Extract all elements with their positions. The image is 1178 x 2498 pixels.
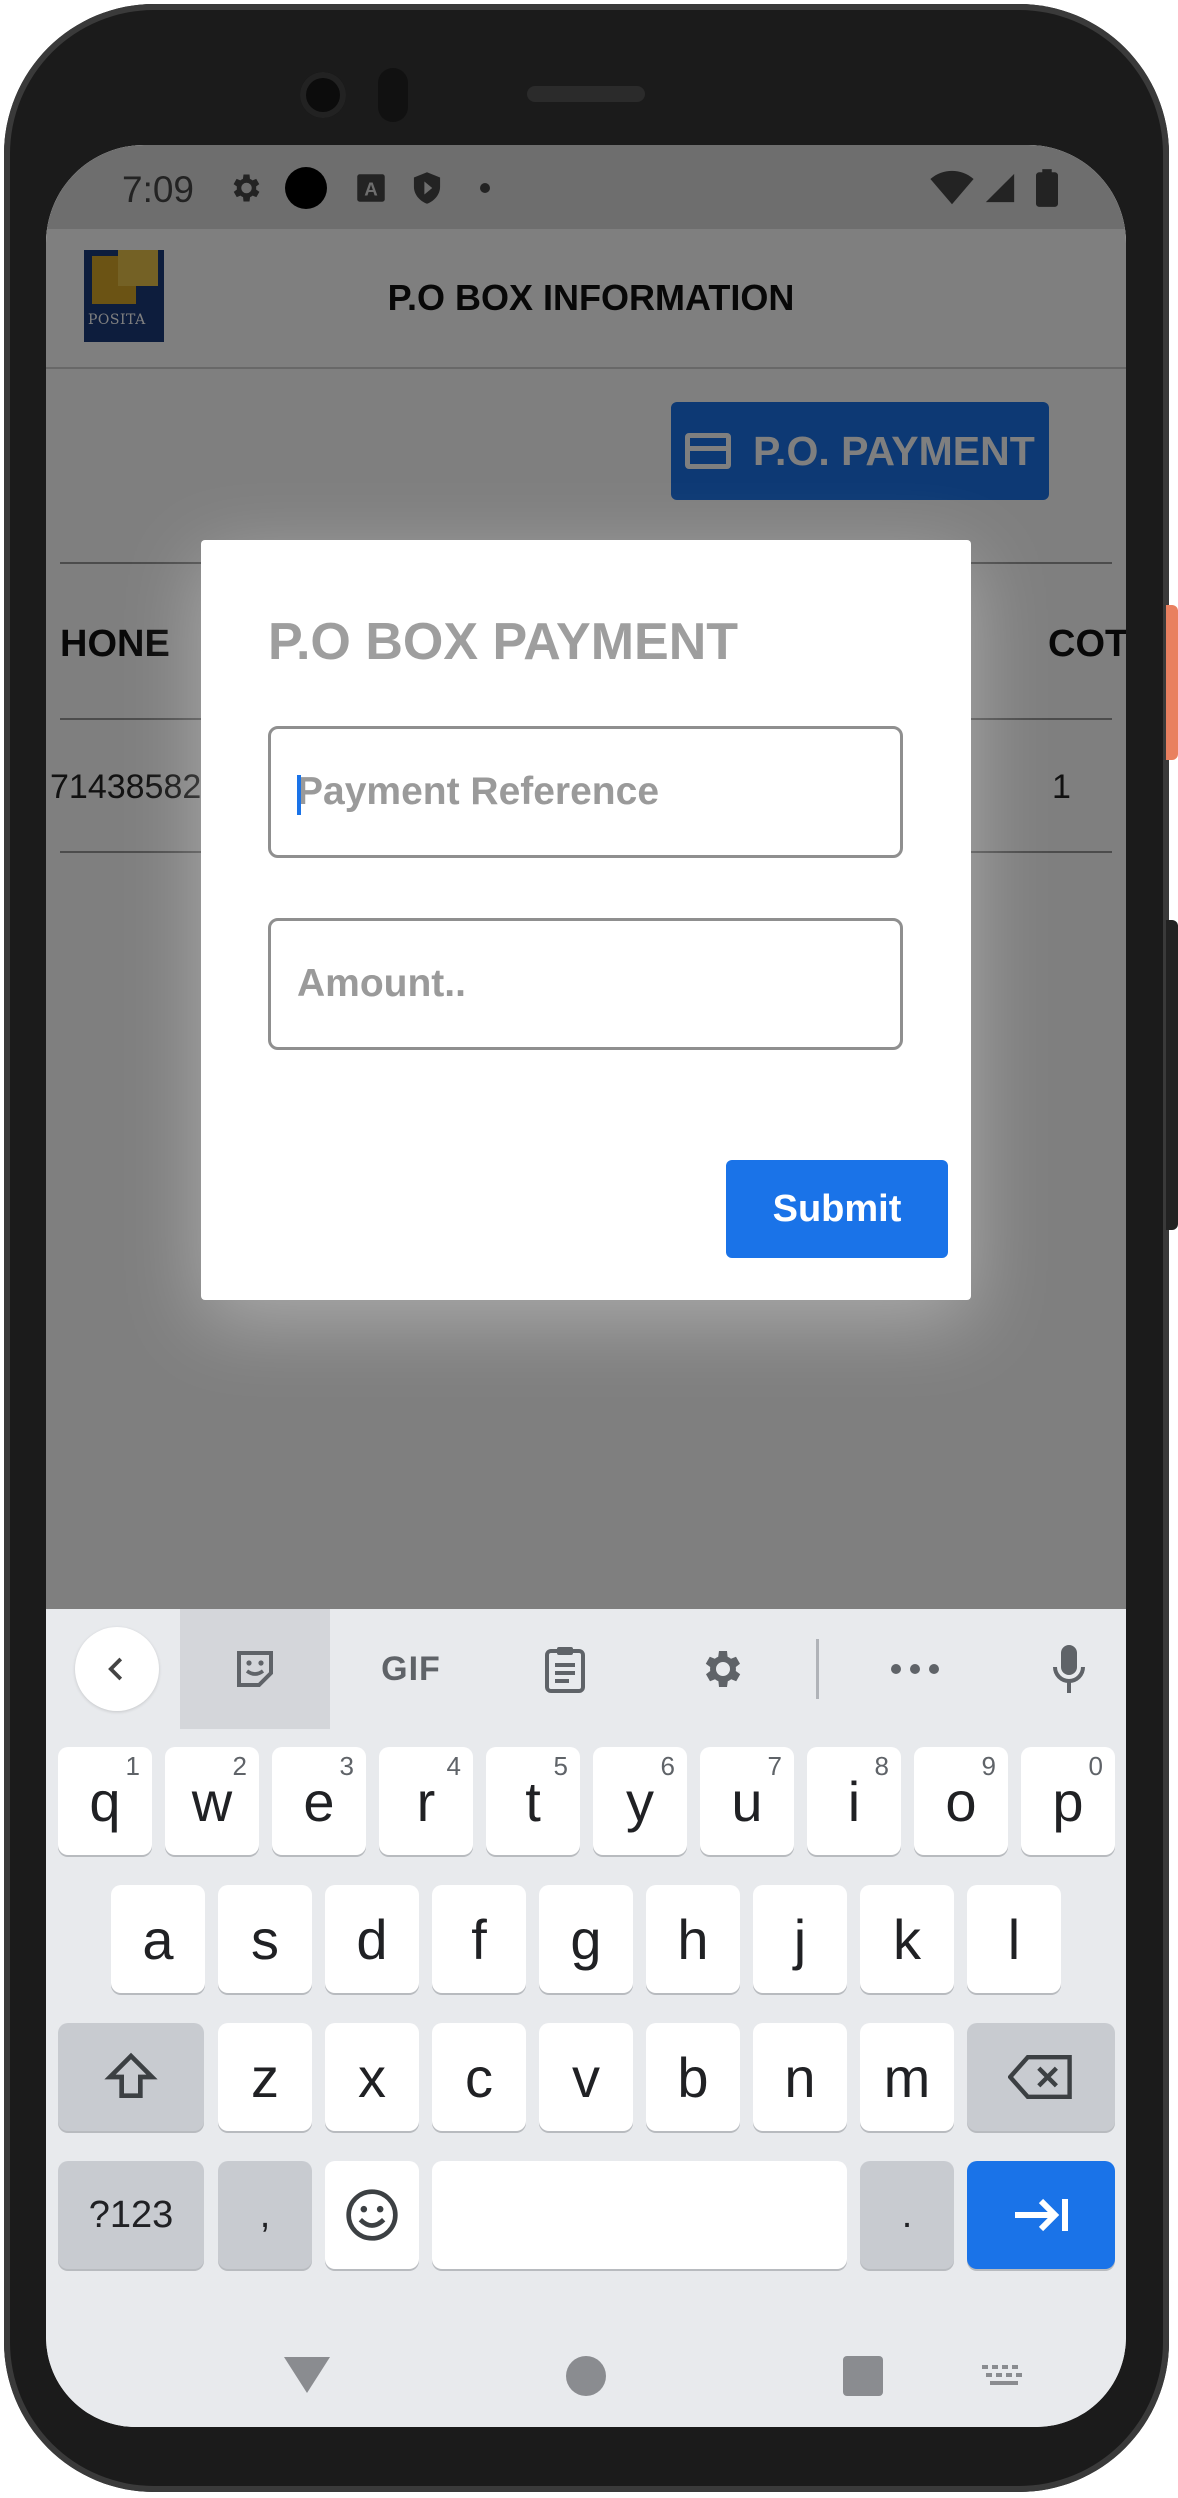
volume-button [1166, 920, 1178, 1230]
chevron-left-icon[interactable] [75, 1627, 159, 1711]
key-r[interactable]: r4 [379, 1747, 473, 1855]
key-l[interactable]: l [967, 1885, 1061, 1993]
key-w[interactable]: w2 [165, 1747, 259, 1855]
key-label: q [89, 1769, 121, 1833]
key-j[interactable]: j [753, 1885, 847, 1993]
more-icon[interactable] [840, 1609, 990, 1729]
key-k[interactable]: k [860, 1885, 954, 1993]
nav-home-icon[interactable] [565, 2355, 607, 2397]
key-q[interactable]: q1 [58, 1747, 152, 1855]
phone-top-bezel [0, 0, 1178, 150]
key-s[interactable]: s [218, 1885, 312, 1993]
key-hint: 7 [767, 1751, 782, 1781]
key-e[interactable]: e3 [272, 1747, 366, 1855]
nav-back-icon[interactable] [282, 2355, 332, 2395]
key-n[interactable]: n [753, 2023, 847, 2131]
key-label: r [416, 1769, 436, 1833]
power-button [1166, 605, 1178, 760]
key-hint: 2 [232, 1751, 247, 1781]
shift-icon [104, 2052, 158, 2098]
key-i[interactable]: i8 [807, 1747, 901, 1855]
key-hint: 5 [553, 1751, 568, 1781]
key-a[interactable]: a [111, 1885, 205, 1993]
key-hint: 9 [981, 1751, 996, 1781]
key-hint: 8 [874, 1751, 889, 1781]
key-label: p [1052, 1769, 1084, 1833]
key-label: t [525, 1769, 541, 1833]
symbols-key[interactable]: ?123 [58, 2161, 204, 2269]
soft-keyboard: GIF q1 w2 e3 r4 t5 y6 u7 i8 o9 p0 a s d … [46, 1609, 1126, 2427]
key-hint: 1 [125, 1751, 140, 1781]
emoji-key[interactable] [325, 2161, 419, 2269]
key-hint: 6 [660, 1751, 675, 1781]
next-key[interactable] [967, 2161, 1115, 2269]
keyboard-toolbar: GIF [46, 1609, 1126, 1729]
front-camera [300, 72, 346, 118]
payment-reference-input[interactable] [297, 729, 877, 855]
payment-dialog: P.O BOX PAYMENT Submit [201, 540, 971, 1300]
key-g[interactable]: g [539, 1885, 633, 1993]
key-b[interactable]: b [646, 2023, 740, 2131]
key-h[interactable]: h [646, 1885, 740, 1993]
key-label: e [303, 1769, 335, 1833]
key-label: u [731, 1769, 763, 1833]
device-screen: 7:09 A POSITA P.O BOX [46, 145, 1126, 2427]
earpiece-speaker [527, 86, 645, 102]
navigation-bar [46, 2321, 1126, 2427]
key-t[interactable]: t5 [486, 1747, 580, 1855]
tab-arrow-icon [1015, 2198, 1068, 2232]
submit-button[interactable]: Submit [726, 1160, 948, 1258]
gif-button[interactable]: GIF [336, 1609, 486, 1729]
toolbar-back[interactable] [46, 1609, 188, 1729]
space-key[interactable] [432, 2161, 847, 2269]
key-o[interactable]: o9 [914, 1747, 1008, 1855]
key-c[interactable]: c [432, 2023, 526, 2131]
key-label: o [945, 1769, 977, 1833]
key-hint: 4 [446, 1751, 461, 1781]
gif-label: GIF [381, 1649, 441, 1688]
key-m[interactable]: m [860, 2023, 954, 2131]
amount-field[interactable] [268, 918, 903, 1050]
shift-key[interactable] [58, 2023, 204, 2131]
key-y[interactable]: y6 [593, 1747, 687, 1855]
mic-icon[interactable] [994, 1609, 1126, 1729]
period-key[interactable]: . [860, 2161, 954, 2269]
toolbar-divider [816, 1639, 819, 1699]
dialog-title: P.O BOX PAYMENT [268, 613, 739, 671]
key-p[interactable]: p0 [1021, 1747, 1115, 1855]
key-f[interactable]: f [432, 1885, 526, 1993]
gear-icon[interactable] [646, 1609, 796, 1729]
key-d[interactable]: d [325, 1885, 419, 1993]
emoji-icon [346, 2189, 398, 2241]
proximity-sensor [378, 68, 408, 122]
keyboard-switch-icon[interactable] [982, 2365, 1026, 2391]
key-label: i [847, 1769, 861, 1833]
key-hint: 0 [1088, 1751, 1103, 1781]
comma-key[interactable]: , [218, 2161, 312, 2269]
key-v[interactable]: v [539, 2023, 633, 2131]
key-x[interactable]: x [325, 2023, 419, 2131]
nav-recents-icon[interactable] [842, 2355, 884, 2397]
clipboard-icon[interactable] [490, 1609, 640, 1729]
key-u[interactable]: u7 [700, 1747, 794, 1855]
payment-reference-field[interactable] [268, 726, 903, 858]
backspace-key[interactable] [967, 2023, 1115, 2131]
key-z[interactable]: z [218, 2023, 312, 2131]
amount-input[interactable] [297, 921, 877, 1047]
key-label: w [191, 1769, 233, 1833]
sticker-icon[interactable] [180, 1609, 330, 1729]
key-hint: 3 [339, 1751, 354, 1781]
backspace-icon [1008, 2055, 1072, 2099]
text-cursor [297, 775, 301, 815]
key-label: y [626, 1769, 654, 1833]
